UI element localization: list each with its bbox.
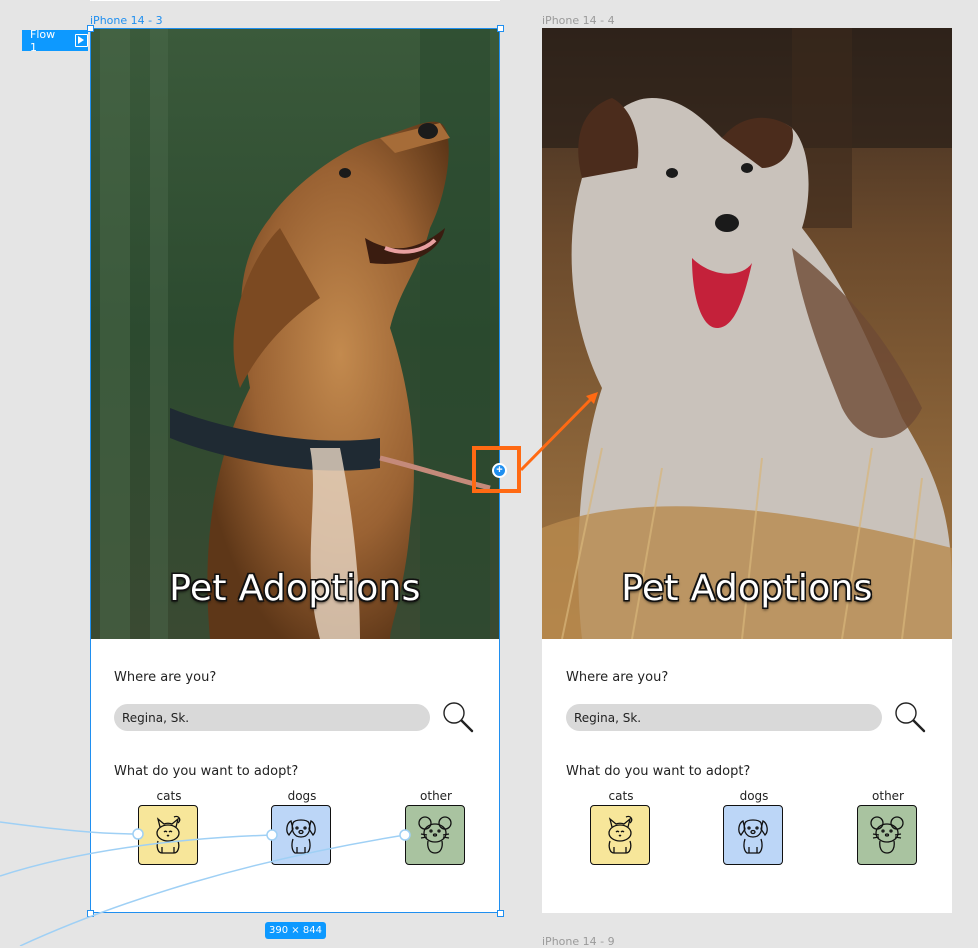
pet-label-cats: cats	[156, 789, 182, 803]
pet-label-other: other	[420, 789, 452, 803]
resize-handle-top-right[interactable]	[497, 25, 504, 32]
hero-title: Pet Adoptions	[169, 568, 421, 609]
resize-handle-top-left[interactable]	[87, 25, 94, 32]
cat-icon	[156, 815, 181, 854]
frame-label-iphone-14-9[interactable]: iPhone 14 - 9	[542, 935, 615, 948]
cat-icon	[608, 815, 633, 854]
location-input[interactable]	[114, 704, 430, 731]
pet-tile-cats[interactable]	[138, 805, 198, 865]
hero-title: Pet Adoptions	[621, 568, 873, 609]
frame-top-edge	[90, 0, 500, 1]
pet-tile-other[interactable]	[857, 805, 917, 865]
hero-photo-spaniel	[90, 28, 500, 639]
location-input[interactable]	[566, 704, 882, 731]
search-icon[interactable]	[441, 700, 475, 734]
pet-tile-other[interactable]	[405, 805, 465, 865]
dimensions-badge: 390 × 844	[265, 922, 326, 939]
mouse-icon	[870, 816, 904, 854]
mouse-icon	[418, 816, 452, 854]
adopt-question: What do you want to adopt?	[114, 764, 299, 779]
flow-start-tag[interactable]: Flow 1	[22, 27, 88, 54]
dog-icon	[286, 819, 316, 854]
hero-photo-sheepdog	[542, 28, 952, 639]
pet-tile-dogs[interactable]	[271, 805, 331, 865]
frame-label-iphone-14-4[interactable]: iPhone 14 - 4	[542, 14, 615, 27]
location-question: Where are you?	[114, 670, 217, 685]
search-icon[interactable]	[893, 700, 927, 734]
pet-tile-cats[interactable]	[590, 805, 650, 865]
resize-handle-bottom-right[interactable]	[497, 910, 504, 917]
dog-icon	[738, 819, 768, 854]
frame-label-iphone-14-3[interactable]: iPhone 14 - 3	[90, 14, 163, 27]
pet-label-cats: cats	[608, 789, 634, 803]
play-icon[interactable]	[75, 34, 88, 47]
add-connection-icon[interactable]: +	[492, 463, 507, 478]
pet-label-dogs: dogs	[287, 789, 317, 803]
resize-handle-bottom-left[interactable]	[87, 910, 94, 917]
phone-frame-1[interactable]: Pet Adoptions Where are you? What do you…	[90, 28, 500, 913]
pet-label-other: other	[872, 789, 904, 803]
phone-frame-2[interactable]: Pet Adoptions Where are you? What do you…	[542, 28, 952, 913]
flow-tag-label: Flow 1	[30, 27, 56, 54]
adopt-question: What do you want to adopt?	[566, 764, 751, 779]
pet-label-dogs: dogs	[739, 789, 769, 803]
pet-tile-dogs[interactable]	[723, 805, 783, 865]
location-question: Where are you?	[566, 670, 669, 685]
